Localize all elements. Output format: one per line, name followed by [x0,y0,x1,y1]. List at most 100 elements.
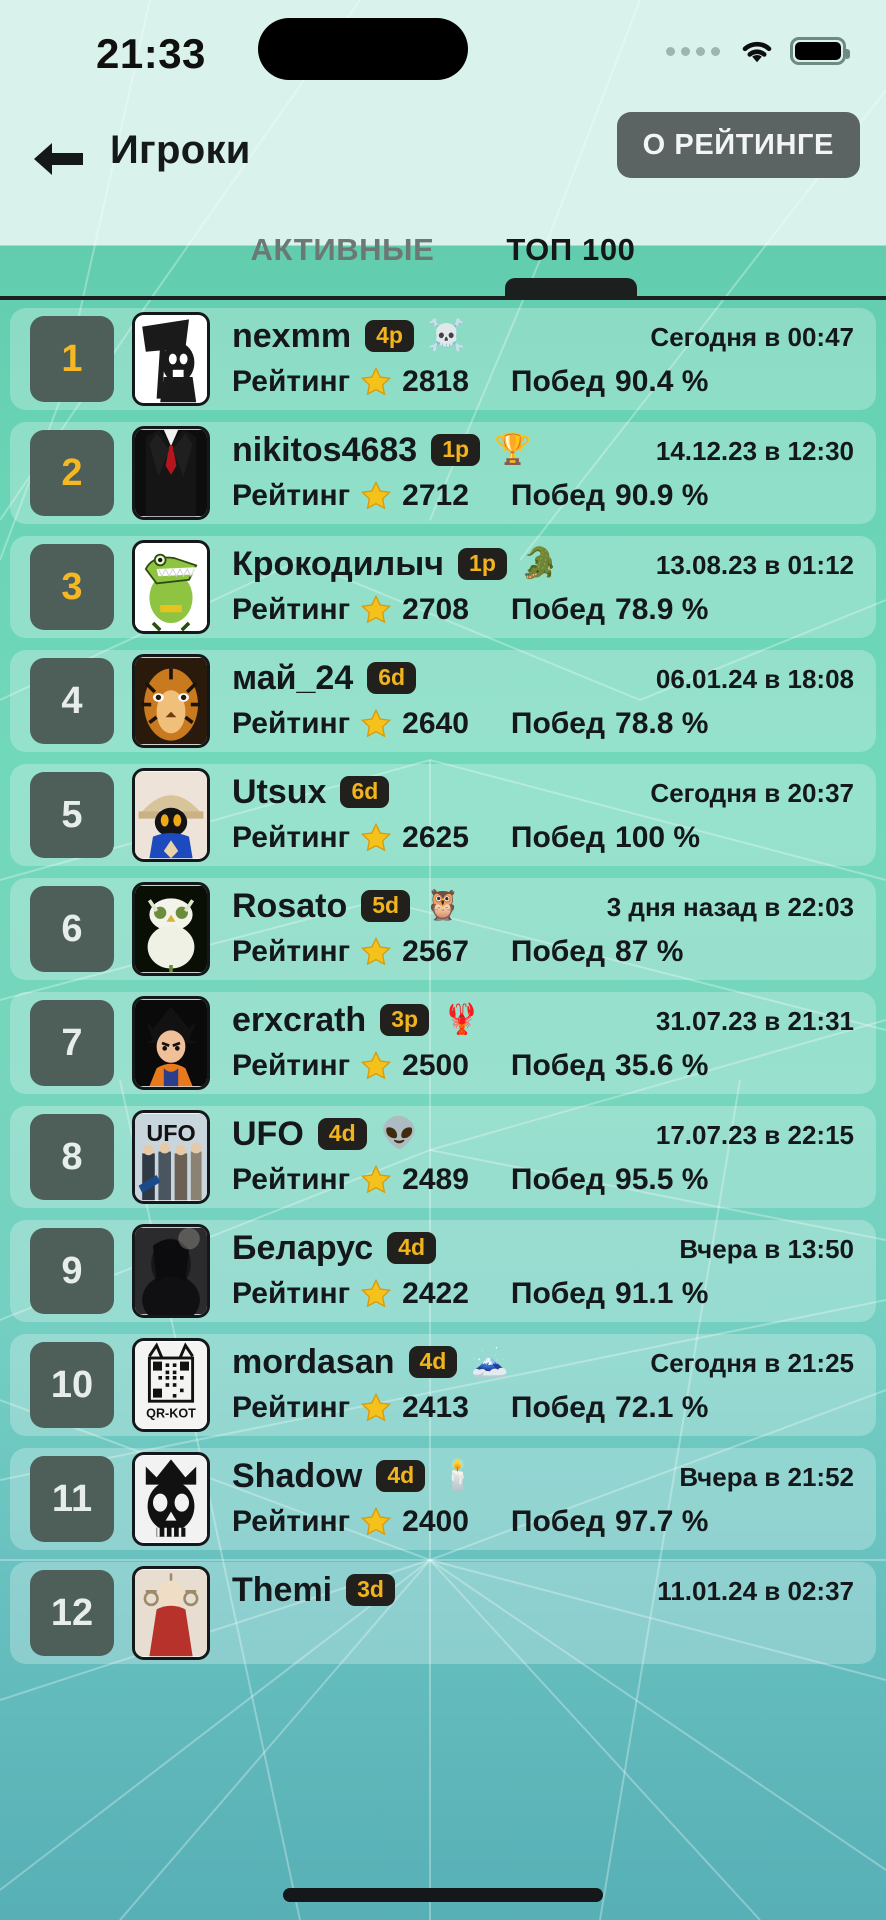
wins-value: 72.1 % [615,1391,709,1424]
player-emoji: 🏆 [494,433,532,466]
player-name: nikitos4683 [232,430,418,469]
last-seen-time: 14.12.23 в 12:30 [655,436,854,466]
rank-level-badge: 3d [346,1574,395,1606]
wins-value: 100 % [615,821,701,854]
rating-value: 2625 [402,821,469,854]
star-icon [361,1278,392,1308]
row-name-line: Крокодилыч 1p 🐊 [232,542,558,586]
last-seen-time: Вчера в 13:50 [679,1234,854,1264]
last-seen-time: 11.01.24 в 02:37 [657,1576,854,1606]
tab-bar-divider [0,296,886,300]
row-stats: Рейтинг 2413 Побед 72.1 % [232,1388,708,1428]
rank-badge: 12 [30,1570,114,1656]
rating-value: 2818 [402,365,469,398]
player-name: Крокодилыч [232,544,445,583]
tab-active-indicator [504,278,637,296]
wins-label: Побед [510,935,606,968]
row-name-line: Rosato 5d 🦉 [232,884,461,928]
rank-level-badge: 4d [408,1346,458,1378]
wins-value: 97.7 % [615,1505,709,1538]
rank-level-badge: 4d [376,1460,426,1492]
avatar[interactable] [132,654,210,748]
wins-value: 91.1 % [615,1277,709,1310]
avatar[interactable] [132,1224,210,1318]
status-bar-time: 21:33 [96,30,206,77]
table-row[interactable]: 9 Беларус 4d Рейтинг 2422 Побед 91.1 % Вчера в … [10,1220,876,1322]
row-stats: Рейтинг 2712 Побед 90.9 % [232,476,708,516]
avatar[interactable]: QR-KOT [132,1338,210,1432]
star-icon [361,1164,392,1194]
avatar[interactable] [132,1452,210,1546]
star-icon [361,1506,392,1536]
nav-bar: Игроки О РЕЙТИНГЕ [0,112,886,200]
row-stats: Рейтинг 2567 Побед 87 % [232,932,683,972]
table-row[interactable]: 12 Themi 3d 11.01.24 в 02:37 [10,1562,876,1664]
row-stats: Рейтинг 2400 Побед 97.7 % [232,1502,708,1542]
table-row[interactable]: 11 Shadow 4d 🕯️ Рейтинг 2400 Побед 97.7 % Вчера … [10,1448,876,1550]
table-row[interactable]: 6 Rosato 5d 🦉 Рейтинг 2567 Побед 87 % 3 дня наза… [10,878,876,980]
avatar[interactable] [132,882,210,976]
row-name-line: Беларус 4d [232,1226,436,1270]
wins-label: Побед [510,1277,606,1310]
table-row[interactable]: 1 nexmm 4p ☠️ Рейтинг 2818 Побед 90.4 % Сегодня … [10,308,876,410]
tab-bar: АКТИВНЫЕ ТОП 100 [0,228,886,296]
battery-icon [790,37,850,65]
table-row[interactable]: 7 erxcrath 3p 🦞 Рейтинг 2500 Побед 35.6 % 31.07.… [10,992,876,1094]
table-row[interactable]: 5 Utsux 6d Рейтинг 2625 Побед 100 % Сегодня в 2… [10,764,876,866]
row-stats: Рейтинг 2640 Побед 78.8 % [232,704,708,744]
player-name: май_24 [232,658,354,697]
rank-badge: 11 [30,1456,114,1542]
wins-value: 87 % [615,935,684,968]
player-name: nexmm [232,316,352,355]
players-list[interactable]: 1 nexmm 4p ☠️ Рейтинг 2818 Побед 90.4 % Сегодня … [0,300,886,1920]
player-emoji: 🐊 [520,547,559,580]
table-row[interactable]: 3 Крокодилыч 1p 🐊 Рейтинг 2708 Побед 78.9 % 13.0… [10,536,876,638]
row-name-line: mordasan 4d 🗻 [232,1340,509,1384]
wins-label: Побед [510,821,606,854]
avatar[interactable] [132,540,210,634]
last-seen-time: Сегодня в 21:25 [650,1348,854,1378]
rank-level-badge: 1p [458,548,507,580]
rating-label: Рейтинг [232,1277,351,1310]
rank-level-badge: 6d [367,662,417,694]
svg-text:QR-KOT: QR-KOT [146,1406,196,1420]
about-rating-button[interactable]: О РЕЙТИНГЕ [616,112,860,178]
rating-label: Рейтинг [232,707,351,740]
rating-label: Рейтинг [232,1505,351,1538]
row-stats: Рейтинг 2422 Побед 91.1 % [232,1274,708,1314]
rank-level-badge: 1p [431,434,481,466]
player-emoji: 🗻 [471,1345,509,1378]
cellular-dots-icon [666,46,720,56]
back-button[interactable] [26,130,90,188]
wins-label: Побед [510,707,606,740]
rank-badge: 10 [30,1342,114,1428]
avatar[interactable] [132,996,210,1090]
row-stats: Рейтинг 2500 Побед 35.6 % [232,1046,708,1086]
wins-label: Побед [510,1163,606,1196]
last-seen-time: 3 дня назад в 22:03 [606,892,854,922]
rating-label: Рейтинг [232,479,351,512]
star-icon [361,936,392,966]
avatar[interactable] [132,426,210,520]
row-stats: Рейтинг 2489 Побед 95.5 % [232,1160,708,1200]
avatar[interactable]: UFO [132,1110,210,1204]
avatar[interactable] [132,1566,210,1660]
rating-value: 2712 [402,479,469,512]
tab-active-players[interactable]: АКТИВНЫЕ [251,228,435,268]
player-name: Themi [232,1570,333,1609]
svg-text:UFO: UFO [146,1120,195,1146]
avatar[interactable] [132,312,210,406]
last-seen-time: Сегодня в 20:37 [650,778,854,808]
table-row[interactable]: 8 UFO UFO 4d 👽 Рейтинг 2489 Побед 95.5 % 17.07.23… [10,1106,876,1208]
table-row[interactable]: 4 май_24 6d Рейтинг 2640 Побед 78.8 % 06.01.24 … [10,650,876,752]
wins-label: Побед [510,479,606,512]
table-row[interactable]: 2 nikitos4683 1p 🏆 Рейтинг 2712 Побед 90.9 % 14.… [10,422,876,524]
wins-label: Побед [510,1049,606,1082]
player-name: UFO [232,1114,304,1153]
tab-top-100[interactable]: ТОП 100 [504,228,637,296]
avatar[interactable] [132,768,210,862]
table-row[interactable]: 10 QR-KOT mordasan 4d 🗻 Рейтинг 2413 Побед 72.1 … [10,1334,876,1436]
rating-value: 2567 [402,935,469,968]
rank-badge: 9 [30,1228,114,1314]
page-title: Игроки [110,128,251,172]
